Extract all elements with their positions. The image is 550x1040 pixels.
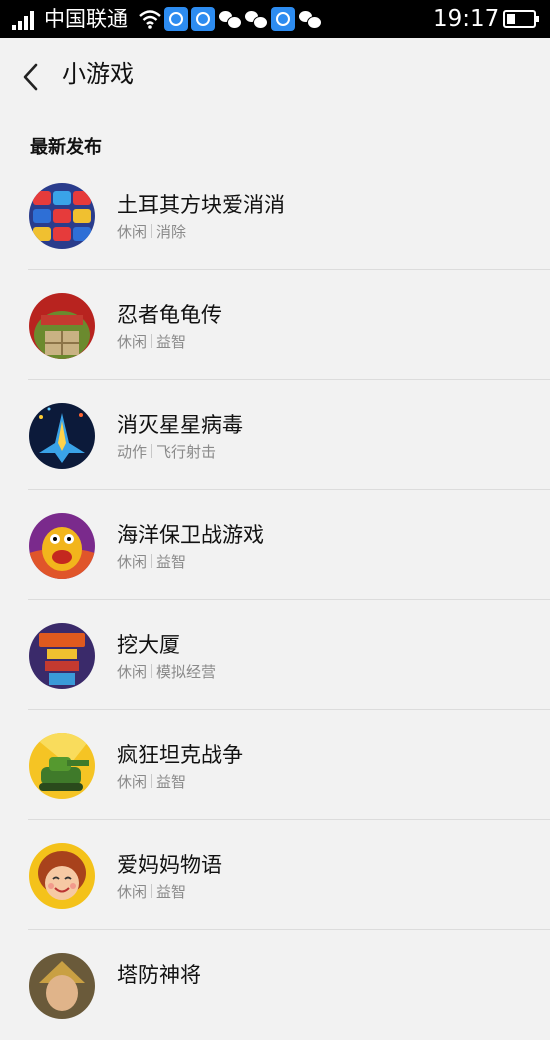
tag-divider xyxy=(151,774,153,788)
tag-divider xyxy=(151,224,153,238)
game-name: 土耳其方块爱消消 xyxy=(117,193,285,217)
game-tags: 休闲 消除 xyxy=(117,222,186,242)
game-tags: 休闲 益智 xyxy=(117,552,186,572)
game-tags: 动作 飞行射击 xyxy=(117,442,216,462)
game-tag: 休闲 xyxy=(117,333,148,351)
monster-icon xyxy=(29,513,95,579)
tag-divider xyxy=(151,554,153,568)
game-name: 海洋保卫战游戏 xyxy=(117,523,264,547)
game-tag: 益智 xyxy=(156,883,187,901)
chevron-left-icon[interactable] xyxy=(20,62,42,92)
game-tag: 模拟经营 xyxy=(156,663,217,681)
game-tag: 休闲 xyxy=(117,773,148,791)
ninja-turtle-icon xyxy=(29,293,95,359)
tag-divider xyxy=(151,664,153,678)
page-title: 小游戏 xyxy=(62,60,134,88)
game-tag: 益智 xyxy=(156,333,187,351)
game-tag: 休闲 xyxy=(117,553,148,571)
game-tag: 益智 xyxy=(156,773,187,791)
list-item[interactable]: 海洋保卫战游戏 休闲 益智 xyxy=(0,490,550,600)
tank-icon xyxy=(29,733,95,799)
carrier-label: 中国联通 xyxy=(44,7,128,31)
game-list: 土耳其方块爱消消 休闲 消除 忍者龟龟传 休闲 益智 消灭星星病毒 动作 飞行射… xyxy=(0,160,550,1040)
tag-divider xyxy=(151,444,153,458)
game-name: 疯狂坦克战争 xyxy=(117,743,243,767)
game-tag: 休闲 xyxy=(117,663,148,681)
blue-app-icon xyxy=(191,7,215,31)
game-name: 消灭星星病毒 xyxy=(117,413,243,437)
tag-divider xyxy=(151,884,153,898)
warrior-icon xyxy=(29,953,95,1019)
game-tag: 消除 xyxy=(156,223,187,241)
game-tags: 休闲 模拟经营 xyxy=(117,662,216,682)
game-tag: 休闲 xyxy=(117,223,148,241)
game-tag: 飞行射击 xyxy=(156,443,217,461)
tower-icon xyxy=(29,623,95,689)
app-header: 小游戏 xyxy=(0,38,550,112)
list-item[interactable]: 疯狂坦克战争 休闲 益智 xyxy=(0,710,550,820)
game-name: 挖大厦 xyxy=(117,633,180,657)
list-item[interactable]: 忍者龟龟传 休闲 益智 xyxy=(0,270,550,380)
wechat-icon xyxy=(244,7,268,31)
game-name: 爱妈妈物语 xyxy=(117,853,222,877)
spaceship-icon xyxy=(29,403,95,469)
list-item[interactable]: 挖大厦 休闲 模拟经营 xyxy=(0,600,550,710)
game-name: 忍者龟龟传 xyxy=(117,303,222,327)
game-tags: 休闲 益智 xyxy=(117,882,186,902)
section-title: 最新发布 xyxy=(30,137,102,158)
game-tag: 益智 xyxy=(156,553,187,571)
blue-app-icon xyxy=(271,7,295,31)
battery-icon xyxy=(503,10,539,28)
list-item[interactable]: 消灭星星病毒 动作 飞行射击 xyxy=(0,380,550,490)
game-tags: 休闲 益智 xyxy=(117,332,186,352)
status-bar: 中国联通 19:17 xyxy=(0,0,550,38)
mom-face-icon xyxy=(29,843,95,909)
list-item[interactable]: 爱妈妈物语 休闲 益智 xyxy=(0,820,550,930)
block-puzzle-icon xyxy=(29,183,95,249)
signal-icon xyxy=(12,10,38,30)
tag-divider xyxy=(151,334,153,348)
wechat-icon xyxy=(218,7,242,31)
blue-app-icon xyxy=(164,7,188,31)
game-name: 塔防神将 xyxy=(117,963,201,987)
game-tag: 休闲 xyxy=(117,883,148,901)
clock: 19:17 xyxy=(433,6,500,32)
list-item[interactable]: 塔防神将 xyxy=(0,930,550,1040)
wechat-icon xyxy=(298,7,322,31)
wifi-icon xyxy=(139,10,161,29)
game-tag: 动作 xyxy=(117,443,148,461)
list-item[interactable]: 土耳其方块爱消消 休闲 消除 xyxy=(0,160,550,270)
game-tags: 休闲 益智 xyxy=(117,772,186,792)
